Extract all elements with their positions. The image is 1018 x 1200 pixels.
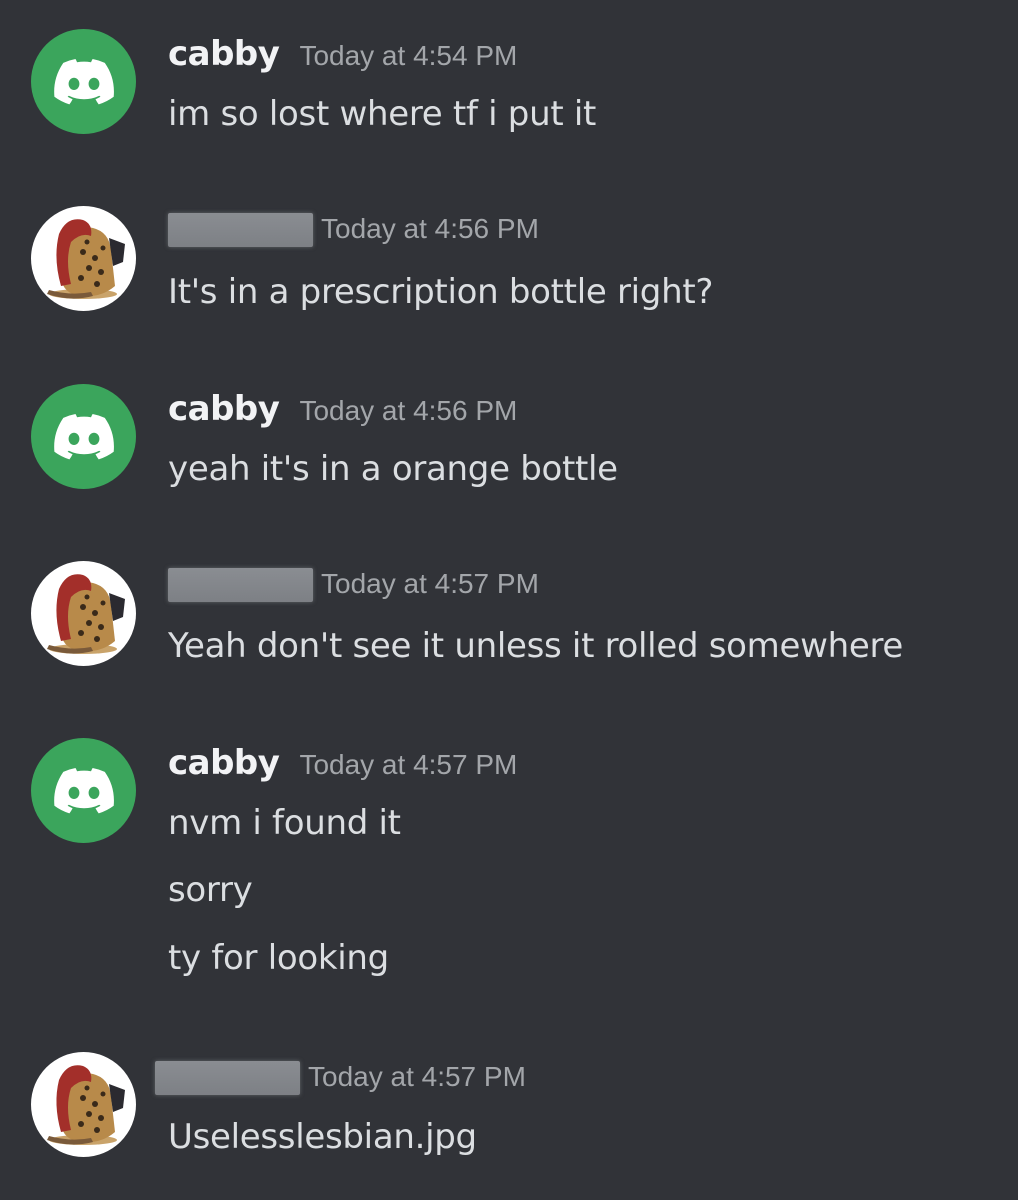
discord-logo-icon: [53, 413, 114, 459]
redacted-username: [168, 568, 313, 602]
avatar[interactable]: [31, 1052, 136, 1157]
username[interactable]: cabby: [168, 743, 280, 783]
message-header: Today at 4:57 PM: [155, 1061, 526, 1095]
ocelot-avatar-icon: [47, 219, 125, 299]
message-header: cabby Today at 4:56 PM: [168, 389, 517, 429]
message-header: Today at 4:56 PM: [168, 213, 539, 247]
avatar[interactable]: [31, 29, 136, 134]
message-text: Uselesslesbian.jpg: [168, 1117, 477, 1157]
avatar[interactable]: [31, 738, 136, 843]
avatar[interactable]: [31, 384, 136, 489]
discord-logo-icon: [53, 767, 114, 813]
timestamp[interactable]: Today at 4:54 PM: [299, 40, 517, 72]
timestamp[interactable]: Today at 4:57 PM: [321, 568, 539, 600]
message-text: It's in a prescription bottle right?: [168, 272, 714, 312]
redacted-username: [155, 1061, 300, 1095]
timestamp[interactable]: Today at 4:56 PM: [299, 395, 517, 427]
avatar[interactable]: [31, 206, 136, 311]
message-text: sorry: [168, 870, 253, 910]
discord-logo-icon: [53, 58, 114, 104]
ocelot-avatar-icon: [47, 1065, 125, 1145]
message-header: cabby Today at 4:57 PM: [168, 743, 517, 783]
message-header: cabby Today at 4:54 PM: [168, 34, 517, 74]
timestamp[interactable]: Today at 4:57 PM: [299, 749, 517, 781]
message-text: yeah it's in a orange bottle: [168, 449, 618, 489]
message-text: im so lost where tf i put it: [168, 94, 597, 134]
message-text: Yeah don't see it unless it rolled somew…: [168, 626, 904, 666]
timestamp[interactable]: Today at 4:57 PM: [308, 1061, 526, 1093]
username[interactable]: cabby: [168, 389, 280, 429]
message-text: ty for looking: [168, 938, 389, 978]
ocelot-avatar-icon: [47, 574, 125, 654]
timestamp[interactable]: Today at 4:56 PM: [321, 213, 539, 245]
avatar[interactable]: [31, 561, 136, 666]
message-header: Today at 4:57 PM: [168, 568, 539, 602]
username[interactable]: cabby: [168, 34, 280, 74]
message-text: nvm i found it: [168, 803, 401, 843]
redacted-username: [168, 213, 313, 247]
